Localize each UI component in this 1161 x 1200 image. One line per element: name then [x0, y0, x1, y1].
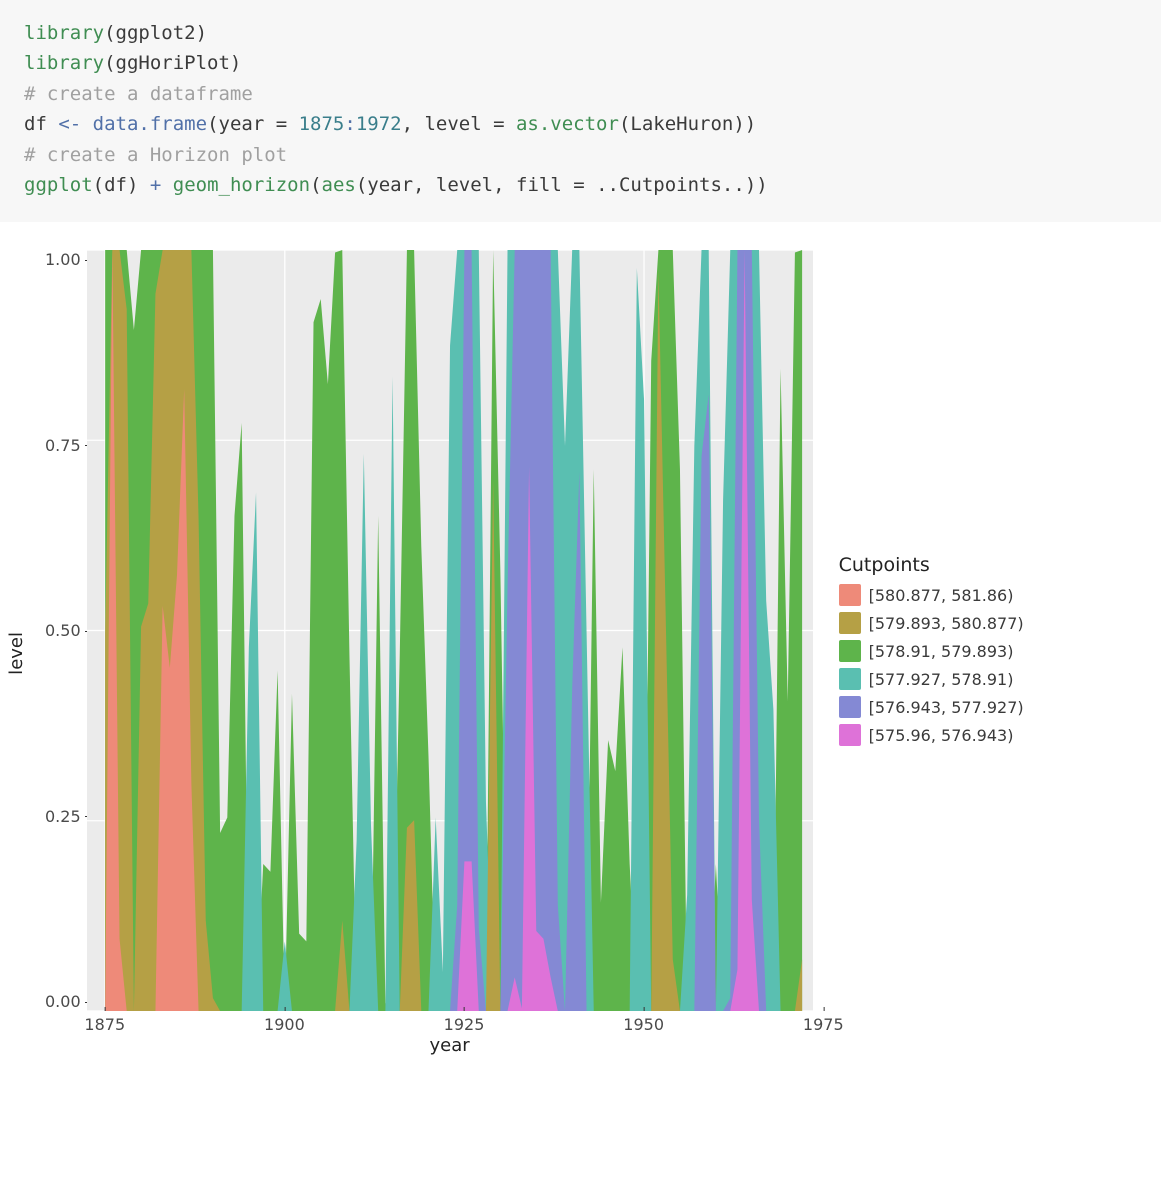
code-token: ggHoriPlot [116, 52, 230, 74]
plot-left: level 1.00 0.75 0.50 0.25 0.00 [0, 250, 87, 1056]
code-token: year = [219, 113, 299, 135]
code-token: LakeHuron [630, 113, 733, 135]
code-line: df <- data.frame(year = 1875:1972, level… [24, 109, 1137, 139]
code-token: <- [58, 113, 81, 135]
code-token: 1972 [356, 113, 402, 135]
legend-label: [577.927, 578.91) [869, 670, 1014, 689]
code-token: : [344, 113, 355, 135]
code-line: library(ggHoriPlot) [24, 48, 1137, 78]
code-token: data.frame [93, 113, 207, 135]
legend: Cutpoints [580.877, 581.86) [579.893, 580… [813, 554, 1024, 752]
legend-item: [577.927, 578.91) [839, 668, 1024, 690]
code-token: year, level, [367, 174, 516, 196]
x-tick: 1900 [264, 1015, 305, 1034]
code-token: ggplot [24, 174, 93, 196]
legend-swatch [839, 724, 861, 746]
legend-item: [578.91, 579.893) [839, 640, 1024, 662]
y-tick: 0.00 [45, 992, 81, 1011]
code-token: # create a dataframe [24, 83, 253, 105]
code-token: library [24, 22, 104, 44]
y-axis-title: level [0, 632, 45, 675]
code-token: library [24, 52, 104, 74]
legend-label: [575.96, 576.943) [869, 726, 1014, 745]
code-token: )) [733, 113, 756, 135]
x-tick: 1975 [803, 1015, 844, 1034]
y-tick: 0.75 [45, 436, 81, 455]
code-token: ) [196, 22, 207, 44]
code-token: ) [127, 174, 150, 196]
code-token: ( [104, 22, 115, 44]
plot-canvas-wrap: 18751900192519501975 year [87, 250, 813, 1056]
x-tick: 1950 [623, 1015, 664, 1034]
y-axis-ticks: 1.00 0.75 0.50 0.25 0.00 [45, 250, 87, 1011]
code-token: ( [356, 174, 367, 196]
legend-item: [575.96, 576.943) [839, 724, 1024, 746]
y-tick: 0.25 [45, 807, 81, 826]
y-tick: 0.50 [45, 621, 81, 640]
code-line: # create a dataframe [24, 79, 1137, 109]
code-line: library(ggplot2) [24, 18, 1137, 48]
legend-swatch [839, 640, 861, 662]
code-token [161, 174, 172, 196]
code-token: )) [745, 174, 768, 196]
code-token: ( [207, 113, 218, 135]
plot-svg [87, 250, 813, 1011]
code-token: ggplot2 [116, 22, 196, 44]
code-token [81, 113, 92, 135]
legend-title: Cutpoints [839, 554, 1024, 576]
legend-label: [580.877, 581.86) [869, 586, 1014, 605]
code-token: , [402, 113, 425, 135]
legend-item: [580.877, 581.86) [839, 584, 1024, 606]
legend-label: [578.91, 579.893) [869, 642, 1014, 661]
x-axis-title: year [87, 1033, 813, 1056]
code-token: fill = [516, 174, 596, 196]
x-tick: 1925 [444, 1015, 485, 1034]
code-token: 1875 [299, 113, 345, 135]
code-block: library(ggplot2)library(ggHoriPlot)# cre… [0, 0, 1161, 222]
x-tick: 1875 [84, 1015, 125, 1034]
plot-panel [87, 250, 813, 1011]
legend-swatch [839, 696, 861, 718]
legend-label: [576.943, 577.927) [869, 698, 1024, 717]
code-token: ) [230, 52, 241, 74]
legend-swatch [839, 668, 861, 690]
code-token: level = [424, 113, 516, 135]
legend-swatch [839, 584, 861, 606]
code-token: + [150, 174, 161, 196]
code-token: ..Cutpoints.. [596, 174, 745, 196]
x-axis-ticks: 18751900192519501975 [87, 1015, 813, 1033]
code-token: ( [619, 113, 630, 135]
code-token: df [104, 174, 127, 196]
code-line: ggplot(df) + geom_horizon(aes(year, leve… [24, 170, 1137, 200]
code-token: df [24, 113, 58, 135]
code-token: # create a Horizon plot [24, 144, 287, 166]
legend-item: [579.893, 580.877) [839, 612, 1024, 634]
legend-swatch [839, 612, 861, 634]
code-token: ( [104, 52, 115, 74]
page-root: library(ggplot2)library(ggHoriPlot)# cre… [0, 0, 1161, 1200]
code-token: ( [93, 174, 104, 196]
y-tick: 1.00 [45, 250, 81, 269]
code-token: geom_horizon [173, 174, 310, 196]
code-token: aes [322, 174, 356, 196]
legend-item: [576.943, 577.927) [839, 696, 1024, 718]
code-token: ( [310, 174, 321, 196]
code-line: # create a Horizon plot [24, 140, 1137, 170]
code-token: as.vector [516, 113, 619, 135]
plot-container: level 1.00 0.75 0.50 0.25 0.00 1875 1900 1925 1… [0, 222, 1161, 1056]
legend-label: [579.893, 580.877) [869, 614, 1024, 633]
